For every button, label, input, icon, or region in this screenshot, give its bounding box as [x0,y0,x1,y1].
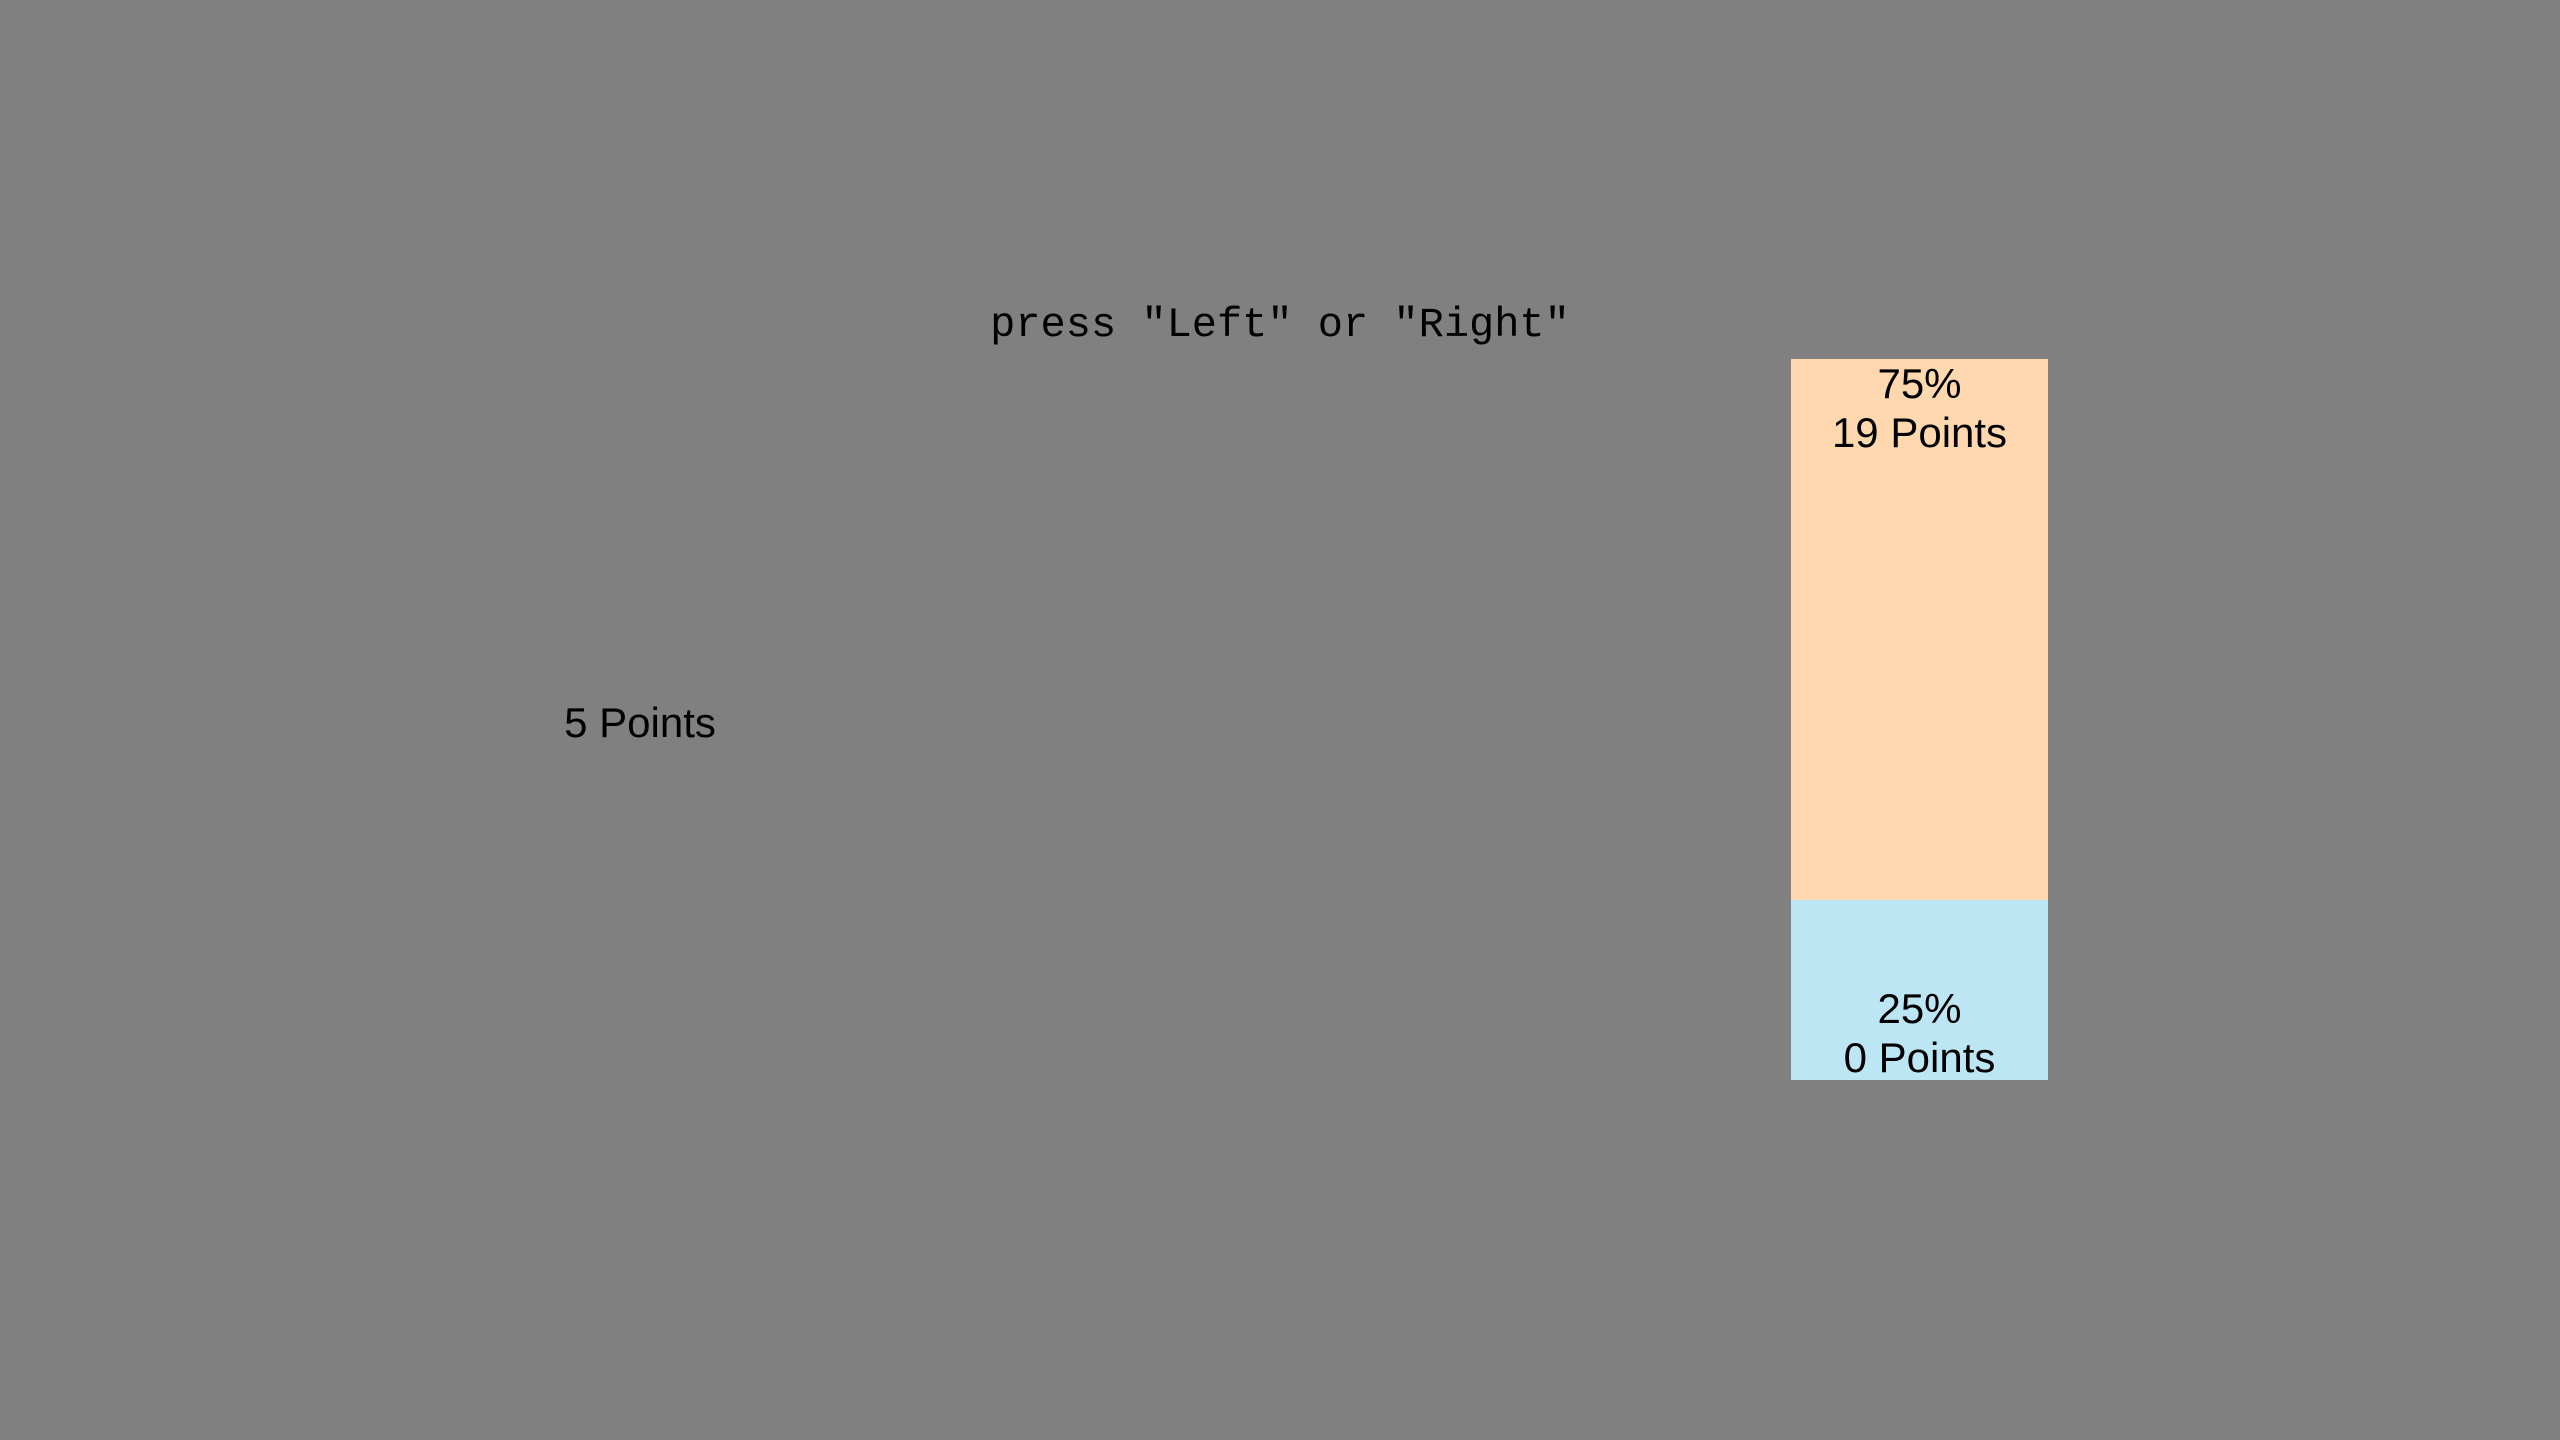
gamble-segment-win-label: 75% 19 Points [1791,359,2048,457]
lose-probability: 25% [1877,985,1962,1032]
sure-option-label: 5 Points [564,699,716,746]
lose-points: 0 Points [1843,1034,1996,1081]
instruction-text: press "Left" or "Right" [990,301,1570,349]
gamble-segment-lose: 25% 0 Points [1791,900,2048,1082]
gamble-segment-win: 75% 19 Points [1791,359,2048,900]
win-points: 19 Points [1831,409,2008,456]
gamble-segment-lose-label: 25% 0 Points [1791,984,2048,1082]
win-probability: 75% [1877,360,1962,407]
gamble-option-bar: 75% 19 Points 25% 0 Points [1791,359,2048,1082]
game-screen: { "instruction": "press \"Left\" or \"Ri… [0,0,2560,1440]
